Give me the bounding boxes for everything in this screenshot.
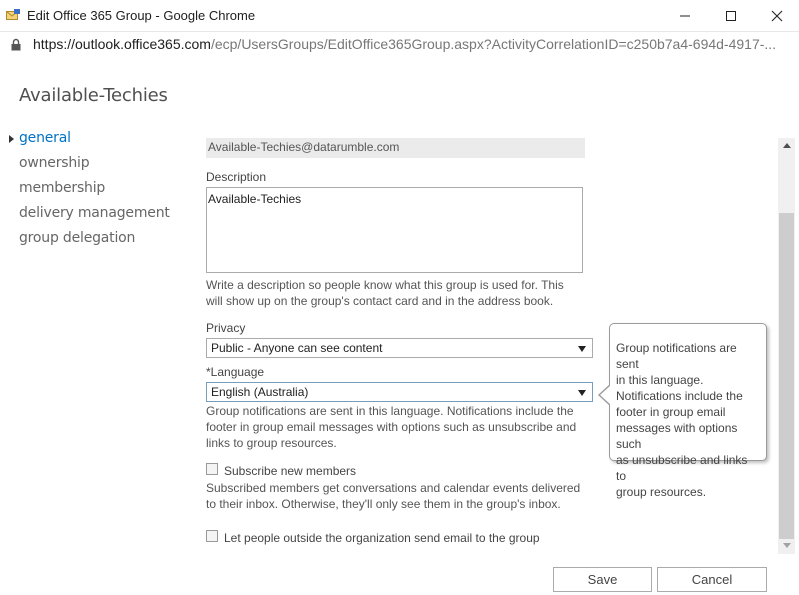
url-host: https://outlook.office365.com [33, 36, 211, 52]
app-envelope-icon [6, 9, 20, 20]
nav-item-group-delegation[interactable]: group delegation [19, 230, 135, 246]
save-button[interactable]: Save [553, 567, 652, 592]
close-button[interactable] [754, 4, 799, 28]
email-address-field[interactable]: Available-Techies@datarumble.com [206, 138, 585, 158]
dropdown-arrow-icon [578, 390, 586, 396]
url-path: /ecp/UsersGroups/EditOffice365Group.aspx… [210, 36, 777, 52]
page-title: Available-Techies [19, 85, 168, 106]
address-bar[interactable]: https://outlook.office365.com/ecp/UsersG… [0, 32, 799, 58]
callout-pointer-fill [600, 385, 611, 405]
subscribe-help-line-1: Subscribed members get conversations and… [206, 481, 581, 495]
nav-item-membership[interactable]: membership [19, 180, 105, 196]
window-titlebar: Edit Office 365 Group - Google Chrome [0, 0, 799, 32]
language-tooltip-callout: Group notifications are sent in this lan… [609, 323, 767, 499]
description-label: Description [206, 170, 267, 184]
scroll-down-arrow-icon[interactable] [783, 543, 791, 548]
nav-item-ownership[interactable]: ownership [19, 155, 90, 171]
callout-line: group resources. [616, 485, 707, 499]
vertical-scrollbar[interactable] [778, 138, 795, 554]
callout-line: messages with options such [616, 421, 738, 451]
allow-outside-senders-label[interactable]: Let people outside the organization send… [224, 531, 540, 545]
minimize-icon [680, 15, 690, 17]
active-nav-arrow-icon [9, 135, 14, 143]
allow-outside-senders-checkbox[interactable] [206, 530, 218, 542]
scroll-up-arrow-icon[interactable] [783, 143, 791, 148]
language-help-line-3: links to group resources. [206, 436, 337, 450]
window-title: Edit Office 365 Group - Google Chrome [27, 8, 256, 23]
description-help-line-1: Write a description so people know what … [206, 278, 564, 292]
lock-icon [11, 38, 21, 51]
language-label: *Language [206, 365, 265, 379]
maximize-icon [726, 11, 736, 21]
subscribe-new-members-label[interactable]: Subscribe new members [224, 464, 356, 478]
callout-line: footer in group email [616, 405, 726, 419]
url-text[interactable]: https://outlook.office365.com/ecp/UsersG… [33, 36, 793, 52]
language-help-line-1: Group notifications are sent in this lan… [206, 404, 574, 418]
cancel-button[interactable]: Cancel [657, 567, 767, 592]
description-textarea[interactable]: Available-Techies [206, 187, 583, 273]
maximize-button[interactable] [708, 4, 754, 28]
scrollbar-thumb[interactable] [779, 213, 794, 539]
nav-item-general[interactable]: general [19, 130, 71, 146]
language-select[interactable]: English (Australia) [206, 382, 593, 402]
subscribe-new-members-checkbox[interactable] [206, 463, 218, 475]
close-icon [771, 10, 783, 22]
callout-line: Group notifications are sent [616, 341, 737, 371]
privacy-label: Privacy [206, 321, 246, 335]
subscribe-help-line-2: to their inbox. Otherwise, they'll only … [206, 497, 561, 511]
callout-line: in this language. [616, 373, 704, 387]
callout-line: as unsubscribe and links to [616, 453, 748, 483]
privacy-value: Public - Anyone can see content [211, 341, 383, 355]
privacy-select[interactable]: Public - Anyone can see content [206, 338, 593, 358]
dropdown-arrow-icon [578, 346, 586, 352]
description-help-line-2: will show up on the group's contact card… [206, 294, 554, 308]
language-value: English (Australia) [211, 385, 309, 399]
language-help-line-2: footer in group email messages with opti… [206, 420, 577, 434]
nav-item-delivery-management[interactable]: delivery management [19, 205, 170, 221]
callout-line: Notifications include the [616, 389, 743, 403]
minimize-button[interactable] [662, 4, 708, 28]
